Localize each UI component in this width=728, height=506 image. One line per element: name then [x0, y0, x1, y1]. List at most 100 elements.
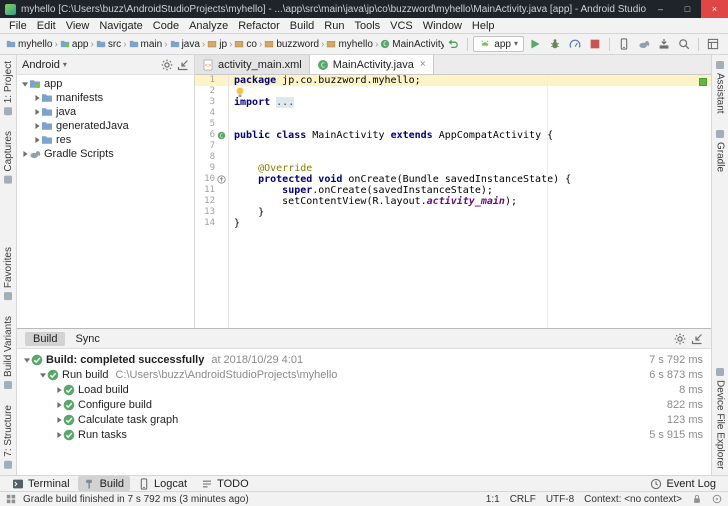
- tool-stripe-button-captures[interactable]: Captures: [3, 131, 14, 184]
- chevron-collapsed-icon[interactable]: [55, 401, 63, 409]
- profiler-button[interactable]: [566, 36, 584, 53]
- project-tree-item-generatedjava[interactable]: generatedJava: [17, 119, 194, 133]
- search-everywhere-button[interactable]: [675, 36, 693, 53]
- code-text[interactable]: }: [229, 218, 240, 229]
- build-tree-item-configure-build[interactable]: Configure build 822 ms: [17, 397, 711, 412]
- close-button[interactable]: ×: [701, 0, 728, 18]
- menu-analyze[interactable]: Analyze: [184, 20, 233, 32]
- debug-button[interactable]: [546, 36, 564, 53]
- menu-window[interactable]: Window: [418, 20, 467, 32]
- menu-refactor[interactable]: Refactor: [233, 20, 285, 32]
- menu-tools[interactable]: Tools: [349, 20, 385, 32]
- breadcrumb-item-main[interactable]: main: [129, 39, 162, 50]
- build-tree-item-run-build[interactable]: Run build C:\Users\buzz\AndroidStudioProj…: [17, 367, 711, 382]
- chevron-expanded-icon[interactable]: [39, 371, 47, 379]
- menu-edit[interactable]: Edit: [32, 20, 61, 32]
- maximize-button[interactable]: □: [674, 0, 701, 18]
- code-text[interactable]: }: [229, 207, 264, 218]
- chevron-collapsed-icon[interactable]: [21, 150, 29, 158]
- project-view-selector[interactable]: Android ▾: [22, 59, 67, 71]
- tool-stripe-button-build-variants[interactable]: Build Variants: [3, 316, 14, 390]
- file-encoding-widget[interactable]: UTF-8: [546, 494, 574, 505]
- inspections-profile-icon[interactable]: [712, 494, 722, 504]
- line-separator-widget[interactable]: CRLF: [510, 494, 536, 505]
- build-tab-build[interactable]: Build: [25, 331, 66, 346]
- chevron-collapsed-icon[interactable]: [33, 136, 41, 144]
- project-tree-item-app[interactable]: app: [17, 77, 194, 91]
- breadcrumb-item-myhello[interactable]: myhello: [326, 39, 373, 50]
- status-message[interactable]: Gradle build finished in 7 s 792 ms (3 m…: [23, 494, 479, 505]
- menu-file[interactable]: File: [4, 20, 32, 32]
- build-tree-item-calculate-task-graph[interactable]: Calculate task graph 123 ms: [17, 412, 711, 427]
- code-text[interactable]: import ...: [229, 97, 295, 108]
- gradle-sync-button[interactable]: [635, 36, 653, 53]
- context-widget[interactable]: Context: <no context>: [584, 494, 682, 505]
- project-tree-item-java[interactable]: java: [17, 105, 194, 119]
- tool-stripe-button-device-file-explorer[interactable]: Device File Explorer: [715, 367, 726, 469]
- project-structure-button[interactable]: [704, 36, 722, 53]
- code-text[interactable]: public class MainActivity extends AppCom…: [229, 130, 553, 141]
- code-text[interactable]: setContentView(R.layout. activity_main);: [229, 196, 517, 207]
- tool-stripe-button-gradle[interactable]: Gradle: [715, 129, 726, 172]
- code-text[interactable]: package jp.co.buzzword.myhello;: [229, 75, 421, 86]
- project-tree-item-res[interactable]: res: [17, 133, 194, 147]
- breadcrumb-item-co[interactable]: co: [234, 39, 257, 50]
- build-tree-item-run-tasks[interactable]: Run tasks 5 s 915 ms: [17, 427, 711, 442]
- tool-window-button-terminal[interactable]: Terminal: [6, 476, 76, 491]
- menu-view[interactable]: View: [61, 20, 95, 32]
- breadcrumb-item-buzzword[interactable]: buzzword: [264, 39, 319, 50]
- editor-tab-activity-main-xml[interactable]: <> activity_main.xml: [195, 55, 310, 74]
- stop-button[interactable]: [586, 36, 604, 53]
- caret-position-widget[interactable]: 1:1: [486, 494, 500, 505]
- minimize-button[interactable]: –: [647, 0, 674, 18]
- code-text[interactable]: @Override: [229, 163, 312, 174]
- chevron-collapsed-icon[interactable]: [55, 386, 63, 394]
- tool-stripe-button-7-structure[interactable]: 7: Structure: [3, 405, 14, 469]
- chevron-expanded-icon[interactable]: [21, 80, 29, 88]
- sdk-manager-button[interactable]: [655, 36, 673, 53]
- chevron-collapsed-icon[interactable]: [55, 416, 63, 424]
- lock-icon[interactable]: [692, 494, 702, 504]
- tool-window-switcher-icon[interactable]: [6, 494, 16, 504]
- breadcrumb-item-jp[interactable]: jp: [207, 39, 227, 50]
- code-text[interactable]: protected void onCreate(Bundle savedInst…: [229, 174, 571, 185]
- tool-window-button-todo[interactable]: TODO: [195, 476, 255, 491]
- menu-help[interactable]: Help: [467, 20, 500, 32]
- breadcrumb-item-myhello[interactable]: myhello: [6, 39, 52, 50]
- tool-stripe-button-assistant[interactable]: Assistant: [715, 61, 726, 114]
- build-tab-sync[interactable]: Sync: [67, 332, 107, 346]
- editor-tab-mainactivity-java[interactable]: C MainActivity.java ×: [309, 55, 434, 74]
- build-tree-item-build-completed-successfully[interactable]: Build: completed successfully at 2018/10/…: [17, 352, 711, 367]
- menu-navigate[interactable]: Navigate: [94, 20, 147, 32]
- chevron-collapsed-icon[interactable]: [33, 94, 41, 102]
- tool-stripe-button-1-project[interactable]: 1: Project: [3, 61, 14, 116]
- menu-vcs[interactable]: VCS: [385, 20, 418, 32]
- menu-run[interactable]: Run: [319, 20, 349, 32]
- breadcrumb-item-mainactivity[interactable]: C MainActivity: [380, 39, 444, 50]
- code-text[interactable]: [229, 86, 246, 98]
- project-tree-item-manifests[interactable]: manifests: [17, 91, 194, 105]
- chevron-collapsed-icon[interactable]: [33, 108, 41, 116]
- breadcrumb-item-src[interactable]: src: [96, 39, 121, 50]
- tool-stripe-button-favorites[interactable]: Favorites: [3, 247, 14, 301]
- tree-item-label: java: [56, 106, 77, 118]
- tool-window-button-event-log[interactable]: Event Log: [644, 476, 722, 491]
- breadcrumb-item-app[interactable]: app: [60, 39, 89, 50]
- code-text[interactable]: super .onCreate(savedInstanceState);: [229, 185, 493, 196]
- menu-build[interactable]: Build: [285, 20, 319, 32]
- run-config-selector[interactable]: app ▾: [473, 36, 524, 52]
- run-button[interactable]: [526, 36, 544, 53]
- avd-manager-button[interactable]: [615, 36, 633, 53]
- chevron-collapsed-icon[interactable]: [55, 431, 63, 439]
- close-tab-icon[interactable]: ×: [420, 59, 426, 70]
- tool-window-button-build[interactable]: Build: [77, 476, 131, 491]
- chevron-collapsed-icon[interactable]: [33, 122, 41, 130]
- tool-window-button-logcat[interactable]: Logcat: [132, 476, 193, 491]
- build-tree-item-load-build[interactable]: Load build 8 ms: [17, 382, 711, 397]
- project-tree-item-gradle-scripts[interactable]: Gradle Scripts: [17, 147, 194, 161]
- inspections-status-indicator[interactable]: [699, 78, 707, 86]
- menu-code[interactable]: Code: [148, 20, 184, 32]
- sync-project-button[interactable]: [444, 36, 462, 53]
- chevron-expanded-icon[interactable]: [23, 356, 31, 364]
- breadcrumb-item-java[interactable]: java: [170, 39, 200, 50]
